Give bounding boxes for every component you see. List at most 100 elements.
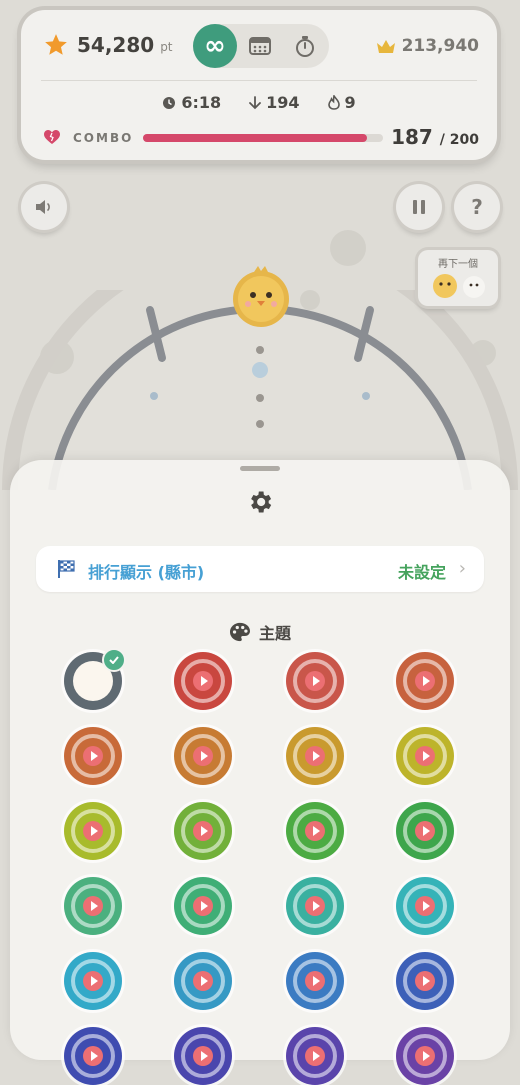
theme-ring — [403, 659, 447, 703]
help-button[interactable]: ? — [454, 184, 500, 230]
star-icon — [45, 34, 67, 55]
theme-option[interactable] — [64, 952, 122, 1010]
crown-icon — [376, 40, 395, 53]
theme-option[interactable] — [174, 952, 232, 1010]
play-preview-icon — [193, 971, 213, 991]
stats-row: 6:18 194 9 — [21, 93, 497, 112]
drops-value: 194 — [266, 93, 300, 112]
play-preview-icon — [83, 971, 103, 991]
theme-option[interactable] — [64, 727, 122, 785]
theme-option[interactable] — [286, 952, 344, 1010]
next-pieces — [433, 274, 485, 298]
theme-ring — [71, 884, 115, 928]
theme-option[interactable] — [174, 802, 232, 860]
theme-ring — [181, 1034, 225, 1078]
calendar-mode-button[interactable] — [238, 24, 282, 68]
theme-ring — [293, 734, 337, 778]
play-preview-icon — [193, 671, 213, 691]
theme-ring — [403, 959, 447, 1003]
theme-ring — [71, 1034, 115, 1078]
theme-ring — [181, 809, 225, 853]
theme-option[interactable] — [64, 1027, 122, 1085]
theme-option[interactable] — [174, 877, 232, 935]
play-preview-icon — [83, 746, 103, 766]
play-preview-icon — [415, 971, 435, 991]
theme-ring — [403, 1034, 447, 1078]
score-value: 54,280 — [77, 33, 155, 57]
play-preview-icon — [415, 821, 435, 841]
theme-option[interactable] — [174, 727, 232, 785]
combo-progress-fill — [143, 134, 368, 142]
hud-divider — [41, 80, 477, 81]
theme-title-label: 主題 — [258, 624, 291, 643]
theme-option[interactable] — [64, 802, 122, 860]
bg-dot — [330, 230, 366, 266]
best-score: 213,940 — [376, 36, 479, 56]
ranking-region-label: 排行顯示 (縣市) — [88, 563, 205, 582]
combo-progress-bar — [143, 134, 383, 142]
question-mark-icon: ? — [471, 195, 483, 219]
theme-option[interactable] — [396, 652, 454, 710]
time-stat: 6:18 — [162, 93, 221, 112]
theme-option[interactable] — [396, 952, 454, 1010]
theme-ring — [403, 734, 447, 778]
gear-icon — [251, 491, 272, 513]
palette-icon — [229, 622, 250, 642]
combo-count: 187 / 200 — [391, 125, 479, 149]
theme-ring — [181, 659, 225, 703]
theme-option[interactable] — [174, 652, 232, 710]
ranking-region-value: 未設定 — [397, 563, 446, 582]
play-preview-icon — [305, 671, 325, 691]
theme-option[interactable] — [286, 652, 344, 710]
timer-mode-button[interactable] — [283, 24, 327, 68]
play-preview-icon — [305, 746, 325, 766]
theme-option[interactable] — [286, 802, 344, 860]
play-preview-icon — [415, 746, 435, 766]
theme-option[interactable] — [286, 1027, 344, 1085]
infinity-icon: ∞ — [204, 31, 226, 61]
theme-option[interactable] — [286, 877, 344, 935]
theme-ring — [293, 959, 337, 1003]
clock-icon — [163, 96, 176, 109]
settings-sheet: 排行顯示 (縣市) 未設定 › 主題 — [10, 460, 510, 1085]
combo-max: / 200 — [439, 132, 479, 148]
score-unit: pt — [160, 40, 173, 54]
theme-option[interactable] — [396, 877, 454, 935]
theme-option[interactable] — [174, 1027, 232, 1085]
theme-ring — [293, 884, 337, 928]
combo-meter: COMBO 187 / 200 — [43, 125, 479, 151]
streak-value: 9 — [344, 93, 356, 112]
chevron-right-icon: › — [458, 558, 466, 579]
play-preview-icon — [193, 1046, 213, 1066]
stopwatch-icon — [296, 36, 314, 57]
theme-ring — [71, 734, 115, 778]
infinite-mode-button[interactable]: ∞ — [193, 24, 237, 68]
play-preview-icon — [305, 1046, 325, 1066]
play-preview-icon — [305, 971, 325, 991]
theme-ring — [293, 809, 337, 853]
theme-option[interactable] — [396, 802, 454, 860]
current-chick-piece[interactable] — [230, 266, 292, 328]
play-preview-icon — [193, 821, 213, 841]
streak-stat: 9 — [327, 93, 356, 112]
theme-option[interactable] — [286, 727, 344, 785]
sheet-drag-handle[interactable] — [240, 466, 280, 471]
play-preview-icon — [415, 1046, 435, 1066]
theme-ring — [293, 659, 337, 703]
sound-button[interactable] — [21, 184, 67, 230]
ranking-region-row[interactable]: 排行顯示 (縣市) 未設定 › — [36, 546, 484, 592]
mode-switcher: ∞ — [193, 24, 329, 68]
broken-heart-icon — [44, 130, 60, 144]
pause-button[interactable] — [396, 184, 442, 230]
arrow-down-icon — [249, 95, 262, 109]
play-preview-icon — [415, 671, 435, 691]
theme-ring — [181, 959, 225, 1003]
theme-option[interactable] — [64, 877, 122, 935]
theme-option[interactable] — [396, 1027, 454, 1085]
next-next-preview: 再下一個 — [418, 250, 498, 306]
theme-option[interactable] — [396, 727, 454, 785]
theme-option[interactable] — [64, 648, 126, 710]
combo-current: 187 — [391, 125, 433, 149]
play-preview-icon — [193, 896, 213, 916]
play-preview-icon — [193, 746, 213, 766]
